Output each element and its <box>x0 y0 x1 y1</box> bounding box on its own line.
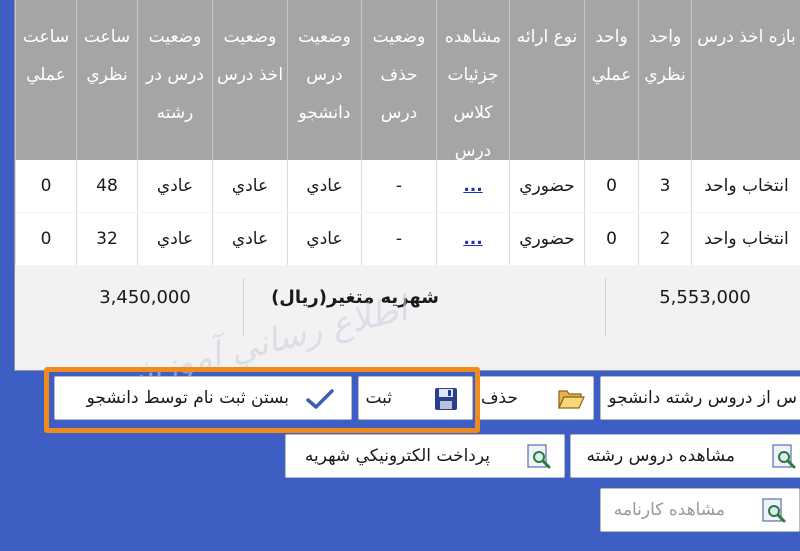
total-tuition-amount: 5,553,000 <box>659 287 751 308</box>
course-selection-panel: بازه اخذ درس واحد نظري واحد عملي نوع ارا… <box>14 0 800 371</box>
header-delivery-type: نوع ارائه <box>509 0 584 160</box>
e-payment-button[interactable]: پرداخت الكترونيكي شهريه <box>285 434 565 478</box>
view-transcript-label: مشاهده كارنامه <box>613 500 725 520</box>
cell-theory-hours: 48 <box>76 160 137 212</box>
cell-course-period: انتخاب واحد <box>691 160 800 212</box>
table-row: انتخاب واحد 2 0 حضوري ... - عادي عادي عا… <box>15 213 800 265</box>
variable-tuition-label: شهريه متغير(ريال) <box>271 287 439 308</box>
remove-from-major-label: س از دروس رشته دانشجو <box>608 388 797 408</box>
cell-theory-units: 3 <box>638 160 691 212</box>
e-payment-label: پرداخت الكترونيكي شهريه <box>304 446 490 466</box>
cell-major-course-status: عادي <box>137 160 212 212</box>
view-major-courses-button[interactable]: مشاهده دروس رشته <box>570 434 800 478</box>
cell-practical-units: 0 <box>584 213 638 265</box>
divider <box>605 278 606 336</box>
cell-theory-hours: 32 <box>76 213 137 265</box>
cell-delivery-type: حضوري <box>509 160 584 212</box>
header-class-details: مشاهده جزئيات كلاس درس <box>436 0 509 161</box>
cell-theory-units: 2 <box>638 213 691 265</box>
header-student-course-status: وضعيت درس دانشجو <box>287 0 361 160</box>
cell-enrollment-status: عادي <box>212 213 287 265</box>
table-row: انتخاب واحد 3 0 حضوري ... - عادي عادي عا… <box>15 160 800 212</box>
cell-delivery-type: حضوري <box>509 213 584 265</box>
highlight-frame <box>44 367 480 433</box>
view-transcript-button[interactable]: مشاهده كارنامه <box>600 488 800 532</box>
cell-enrollment-status: عادي <box>212 160 287 212</box>
cell-practical-hours: 0 <box>15 213 76 265</box>
remove-from-major-button[interactable]: س از دروس رشته دانشجو <box>600 376 800 420</box>
class-details-link[interactable]: ... <box>436 213 509 265</box>
cell-practical-units: 0 <box>584 160 638 212</box>
folder-open-icon <box>558 386 585 410</box>
header-major-course-status: وضعيت درس در رشته <box>137 0 212 160</box>
document-magnifier-icon <box>771 444 797 469</box>
header-theory-units: واحد نظري <box>638 0 691 160</box>
header-course-period: بازه اخذ درس <box>691 0 800 160</box>
document-magnifier-icon <box>526 444 552 469</box>
cell-student-course-status: عادي <box>287 213 361 265</box>
tuition-totals: 3,450,000 شهريه متغير(ريال) 5,553,000 <box>15 266 800 370</box>
cell-drop-status: - <box>361 213 436 265</box>
class-details-link[interactable]: ... <box>436 160 509 212</box>
view-major-courses-label: مشاهده دروس رشته <box>586 446 736 466</box>
variable-tuition-amount: 3,450,000 <box>99 287 191 308</box>
header-enrollment-status: وضعيت اخذ درس <box>212 0 287 160</box>
header-theory-hours: ساعت نظري <box>76 0 137 160</box>
cell-major-course-status: عادي <box>137 213 212 265</box>
header-drop-status: وضعيت حذف درس <box>361 0 436 160</box>
header-practical-hours: ساعت عملي <box>15 0 76 160</box>
cell-course-period: انتخاب واحد <box>691 213 800 265</box>
document-magnifier-icon <box>761 498 787 523</box>
cell-practical-hours: 0 <box>15 160 76 212</box>
cell-student-course-status: عادي <box>287 160 361 212</box>
delete-button[interactable]: حذف <box>478 376 594 420</box>
delete-label: حذف <box>480 388 518 408</box>
cell-drop-status: - <box>361 160 436 212</box>
header-practical-units: واحد عملي <box>584 0 638 160</box>
table-header: بازه اخذ درس واحد نظري واحد عملي نوع ارا… <box>15 0 800 161</box>
divider <box>243 278 244 336</box>
